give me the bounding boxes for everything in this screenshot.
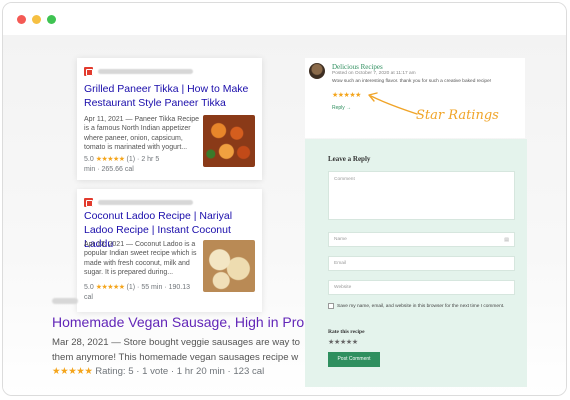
comment-rating-stars-icon: ★★★★★ [332,92,361,99]
comment-date: Posted on October 7, 2020 at 11:17 am [332,71,416,76]
email-field[interactable]: Email [328,256,515,271]
recipe-thumbnail[interactable] [203,240,255,292]
comment-textarea[interactable]: Comment [328,171,515,220]
calories: 265.66 cal [101,166,134,173]
recipe-meta: 5.0 ★★★★★ (1) · 55 min · 190.13 cal [84,284,190,301]
vote-count: 1 vote [142,366,169,377]
save-info-label: Save my name, email, and website in this… [337,304,505,309]
result-title-link[interactable]: Homemade Vegan Sausage, High in Pro [52,314,304,330]
result-snippet: Mar 28, 2021 — Store bought veggie sausa… [52,336,300,365]
vote-count: (1) [126,156,136,163]
source-row [84,67,254,77]
cook-time: 2 hr 5 [141,156,160,163]
avatar [309,63,325,79]
email-placeholder: Email [334,261,346,266]
rating-value: 5.0 [84,156,94,163]
calories: 123 cal [233,366,265,377]
recipe-snippet: Apr 11, 2021 — Paneer Tikka Recipe is a … [84,115,200,152]
rating-value: 5.0 [84,284,94,291]
minimize-dot-icon[interactable] [32,15,41,24]
comment-placeholder: Comment [334,177,355,182]
reply-form: Leave a Reply Comment Name ▤ Email Websi… [305,139,527,387]
rating-stars-icon: ★★★★★ [95,156,125,163]
name-field[interactable]: Name ▤ [328,232,515,247]
recipe-title-link[interactable]: Grilled Paneer Tikka | How to Make Resta… [84,82,260,110]
cook-time: 55 min [141,284,163,291]
cook-time-cont: min [84,166,96,173]
reply-link[interactable]: Reply → [332,105,351,111]
recipe-thumbnail[interactable] [203,115,255,167]
recipe-meta: 5.0 ★★★★★ (1) · 2 hr 5 min · 265.66 cal [84,156,160,173]
rate-recipe-title: Rate this recipe [328,329,365,335]
result-snippet-line1: Mar 28, 2021 — Store bought veggie sausa… [52,337,300,348]
user-icon: ▤ [504,237,509,243]
post-comment-button[interactable]: Post Comment [328,352,380,367]
recipe-date: Apr 11, 2021 [84,116,124,123]
search-result[interactable]: Homemade Vegan Sausage, High in Pro Mar … [52,312,305,386]
vote-count: (1) [126,284,136,291]
comment-author[interactable]: Delicious Recipes [332,63,383,71]
close-dot-icon[interactable] [17,15,26,24]
rate-recipe-stars[interactable]: ★★★★★ [328,338,358,346]
rating-stars-icon: ★★★★★ [95,284,125,291]
name-placeholder: Name [334,237,347,242]
recipe-card[interactable]: Grilled Paneer Tikka | How to Make Resta… [77,58,262,180]
maximize-dot-icon[interactable] [47,15,56,24]
rating-stars-icon: ★★★★★ [52,366,93,377]
site-logo-icon [84,67,93,76]
title-bar [3,3,566,35]
star-ratings-callout: Star Ratings [416,108,499,123]
website-placeholder: Website [334,285,352,290]
site-logo-icon [84,198,93,207]
website-field[interactable]: Website [328,280,515,295]
save-info-checkbox[interactable] [328,303,334,309]
source-url-blurred [98,200,193,205]
source-url-blurred [52,298,78,304]
calories: 190.13 [168,284,190,291]
reply-form-title: Leave a Reply [328,155,371,163]
result-snippet-line2: them anymore! This homemade vegan sausag… [52,351,299,363]
cook-time: 1 hr 20 min [176,366,225,377]
recipe-snippet: Apr 13, 2021 — Coconut Ladoo is a popula… [84,240,200,277]
rating-value: Rating: 5 [95,366,134,377]
recipe-date: Apr 13, 2021 [84,241,125,248]
recipe-card[interactable]: Coconut Ladoo Recipe | Nariyal Ladoo Rec… [77,189,262,312]
comment-text: Wow such an interesting flavor. thank yo… [332,79,492,84]
source-row [84,198,254,208]
source-url-blurred [98,69,193,74]
calories-unit: cal [84,294,93,301]
result-meta: ★★★★★ Rating: 5 · 1 vote · 1 hr 20 min ·… [52,366,265,377]
